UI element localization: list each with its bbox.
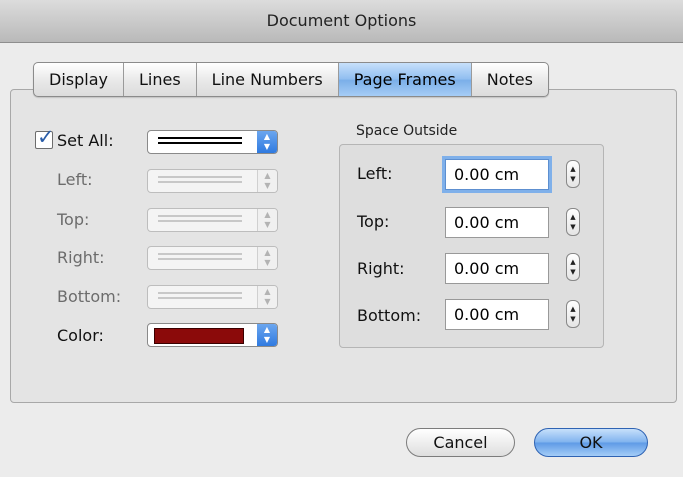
popup-arrows-icon: ▲ ▼ (257, 286, 277, 308)
bottom-line-popup[interactable]: ▲ ▼ (147, 285, 278, 309)
right-line-popup[interactable]: ▲ ▼ (147, 246, 278, 270)
color-popup[interactable]: ▲ ▼ (147, 323, 278, 347)
color-label: Color: (57, 326, 104, 345)
color-swatch (154, 328, 244, 344)
top-frame-label: Top: (57, 210, 90, 229)
set-all-checkbox[interactable]: ✓ (35, 125, 55, 149)
ok-button[interactable]: OK (534, 428, 648, 457)
space-bottom-stepper[interactable]: ▲ ▼ (566, 300, 580, 328)
space-right-stepper[interactable]: ▲ ▼ (566, 253, 580, 281)
right-frame-label: Right: (57, 248, 105, 267)
popup-arrows-icon: ▲ ▼ (257, 247, 277, 269)
space-top-label: Top: (357, 212, 390, 231)
tab-lines[interactable]: Lines (124, 63, 197, 96)
space-right-field[interactable] (445, 253, 549, 284)
top-line-popup[interactable]: ▲ ▼ (147, 208, 278, 232)
tab-page-frames[interactable]: Page Frames (338, 63, 472, 96)
popup-arrows-icon: ▲ ▼ (257, 170, 277, 192)
left-frame-label: Left: (57, 170, 93, 189)
line-style-sample (158, 137, 242, 144)
tab-bar: Display Lines Line Numbers Page Frames N… (33, 62, 549, 97)
set-all-label: Set All: (57, 131, 114, 150)
tab-display[interactable]: Display (34, 63, 124, 96)
set-all-line-popup[interactable]: ▲ ▼ (147, 130, 278, 154)
cancel-button[interactable]: Cancel (406, 428, 515, 457)
line-style-sample (158, 253, 242, 260)
space-left-stepper[interactable]: ▲ ▼ (566, 160, 580, 188)
space-bottom-label: Bottom: (357, 306, 422, 325)
window-title: Document Options (0, 0, 683, 43)
checkmark-icon: ✓ (37, 125, 55, 149)
space-left-field[interactable] (445, 159, 549, 190)
tab-notes[interactable]: Notes (472, 63, 548, 96)
line-style-sample (158, 215, 242, 222)
popup-arrows-icon: ▲ ▼ (257, 131, 277, 153)
tab-line-numbers[interactable]: Line Numbers (197, 63, 339, 96)
line-style-sample (158, 292, 242, 299)
bottom-frame-label: Bottom: (57, 287, 122, 306)
space-bottom-field[interactable] (445, 299, 549, 330)
space-top-field[interactable] (445, 207, 549, 238)
space-outside-title: Space Outside (356, 123, 458, 139)
space-left-label: Left: (357, 164, 393, 183)
popup-arrows-icon: ▲ ▼ (257, 324, 277, 346)
space-right-label: Right: (357, 259, 405, 278)
popup-arrows-icon: ▲ ▼ (257, 209, 277, 231)
line-style-sample (158, 176, 242, 183)
space-top-stepper[interactable]: ▲ ▼ (566, 208, 580, 236)
left-line-popup[interactable]: ▲ ▼ (147, 169, 278, 193)
